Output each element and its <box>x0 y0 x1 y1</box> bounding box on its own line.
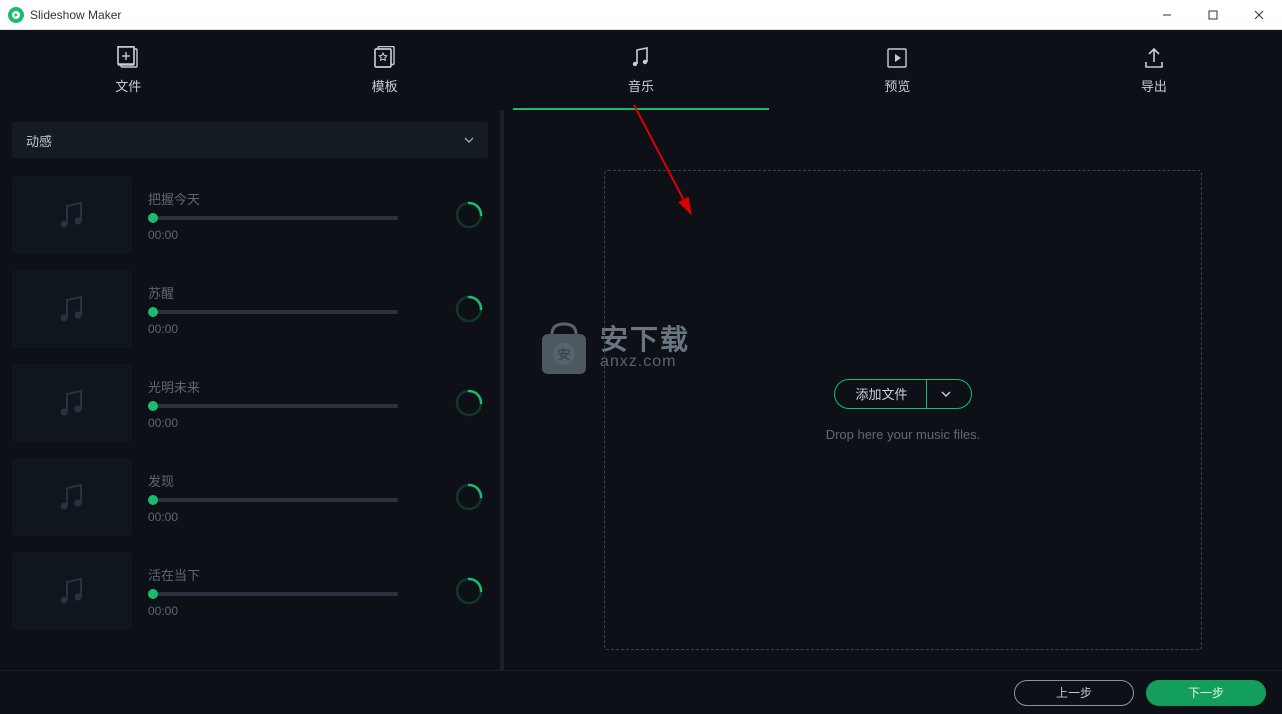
track-title: 发现 <box>148 471 438 490</box>
add-file-label: 添加文件 <box>855 384 907 403</box>
next-label: 下一步 <box>1188 684 1224 701</box>
track-slider[interactable] <box>148 592 398 596</box>
track-thumb <box>12 458 132 536</box>
top-nav: 文件 模板 音乐 <box>0 30 1282 110</box>
window-title: Slideshow Maker <box>30 8 121 22</box>
minimize-button[interactable] <box>1144 0 1190 30</box>
track-thumb <box>12 176 132 254</box>
add-file-button[interactable]: 添加文件 <box>834 379 971 409</box>
track-row[interactable]: 活在当下 00:00 <box>12 548 484 634</box>
slider-thumb[interactable] <box>148 589 158 599</box>
track-info: 活在当下 00:00 <box>148 565 438 618</box>
preview-icon <box>883 46 911 70</box>
sidebar: 动感 把握今天 00:00 苏醒 00:00 <box>0 110 500 670</box>
nav-preview[interactable]: 预览 <box>769 30 1025 110</box>
track-time: 00:00 <box>148 510 438 524</box>
drop-hint: Drop here your music files. <box>826 427 981 442</box>
app-logo-icon <box>8 7 24 23</box>
track-row[interactable]: 光明未来 00:00 <box>12 360 484 446</box>
track-title: 苏醒 <box>148 283 438 302</box>
prev-label: 上一步 <box>1056 684 1092 701</box>
track-info: 发现 00:00 <box>148 471 438 524</box>
track-info: 把握今天 00:00 <box>148 189 438 242</box>
music-note-icon <box>54 197 90 233</box>
slider-thumb[interactable] <box>148 495 158 505</box>
footer: 上一步 下一步 <box>0 670 1282 714</box>
track-row[interactable]: 把握今天 00:00 <box>12 172 484 258</box>
chevron-down-icon <box>464 135 474 145</box>
track-slider[interactable] <box>148 310 398 314</box>
track-loading-icon <box>454 576 484 606</box>
main: 动感 把握今天 00:00 苏醒 00:00 <box>0 110 1282 670</box>
nav-file[interactable]: 文件 <box>0 30 256 110</box>
track-title: 光明未来 <box>148 377 438 396</box>
file-add-icon <box>114 46 142 70</box>
track-loading-icon <box>454 200 484 230</box>
titlebar: Slideshow Maker <box>0 0 1282 30</box>
nav-preview-label: 预览 <box>884 76 910 95</box>
add-file-chevron[interactable] <box>926 380 951 408</box>
track-loading-icon <box>454 482 484 512</box>
track-title: 把握今天 <box>148 189 438 208</box>
category-select[interactable]: 动感 <box>12 122 488 158</box>
track-row[interactable]: 发现 00:00 <box>12 454 484 540</box>
next-button[interactable]: 下一步 <box>1146 680 1266 706</box>
template-icon <box>371 46 399 70</box>
watermark-bag-icon: 安 <box>534 320 594 376</box>
nav-music[interactable]: 音乐 <box>513 30 769 110</box>
track-thumb <box>12 552 132 630</box>
export-icon <box>1140 46 1168 70</box>
music-note-icon <box>54 291 90 327</box>
app-body: 文件 模板 音乐 <box>0 30 1282 714</box>
slider-thumb[interactable] <box>148 401 158 411</box>
chevron-down-icon <box>941 389 951 399</box>
drop-zone[interactable]: 添加文件 Drop here your music files. <box>604 170 1202 650</box>
track-time: 00:00 <box>148 322 438 336</box>
track-thumb <box>12 270 132 348</box>
close-button[interactable] <box>1236 0 1282 30</box>
slider-thumb[interactable] <box>148 307 158 317</box>
track-loading-icon <box>454 294 484 324</box>
track-loading-icon <box>454 388 484 418</box>
track-row[interactable]: 苏醒 00:00 <box>12 266 484 352</box>
track-time: 00:00 <box>148 228 438 242</box>
music-icon <box>627 46 655 70</box>
content-area: 安 安下载 anxz.com 添加文件 Drop here your music… <box>504 110 1282 670</box>
music-note-icon <box>54 479 90 515</box>
prev-button[interactable]: 上一步 <box>1014 680 1134 706</box>
track-slider[interactable] <box>148 498 398 502</box>
nav-file-label: 文件 <box>115 76 141 95</box>
track-time: 00:00 <box>148 604 438 618</box>
nav-music-label: 音乐 <box>628 76 654 95</box>
music-note-icon <box>54 385 90 421</box>
nav-export[interactable]: 导出 <box>1026 30 1282 110</box>
window-controls <box>1144 0 1282 30</box>
track-title: 活在当下 <box>148 565 438 584</box>
track-time: 00:00 <box>148 416 438 430</box>
track-list[interactable]: 把握今天 00:00 苏醒 00:00 光明未来 00:0 <box>12 172 488 652</box>
track-info: 苏醒 00:00 <box>148 283 438 336</box>
slider-thumb[interactable] <box>148 213 158 223</box>
category-label: 动感 <box>26 131 52 150</box>
track-info: 光明未来 00:00 <box>148 377 438 430</box>
nav-template[interactable]: 模板 <box>256 30 512 110</box>
maximize-button[interactable] <box>1190 0 1236 30</box>
nav-export-label: 导出 <box>1141 76 1167 95</box>
track-slider[interactable] <box>148 216 398 220</box>
track-slider[interactable] <box>148 404 398 408</box>
svg-text:安: 安 <box>557 347 570 362</box>
music-note-icon <box>54 573 90 609</box>
nav-template-label: 模板 <box>372 76 398 95</box>
track-thumb <box>12 364 132 442</box>
